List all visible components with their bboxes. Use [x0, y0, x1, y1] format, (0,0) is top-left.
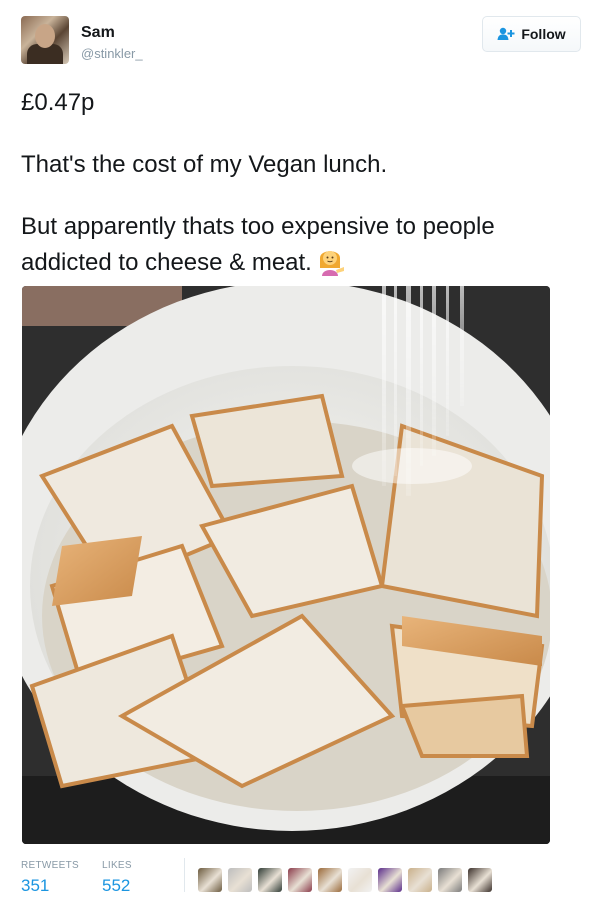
tweet-line-price: £0.47p [21, 89, 95, 116]
likes-count: 552 [102, 876, 131, 895]
liker-avatar[interactable] [378, 868, 402, 892]
avatar-face [35, 24, 55, 48]
tweet-photo[interactable] [22, 286, 550, 844]
bread-in-bowl-photo [22, 286, 550, 844]
liker-avatar[interactable] [408, 868, 432, 892]
likes-stat[interactable]: LIKES 552 [102, 860, 132, 896]
tweet-line-complaint-text: But apparently thats too expensive to pe… [21, 213, 495, 276]
retweets-stat[interactable]: RETWEETS 351 [21, 860, 79, 896]
retweets-label: RETWEETS [21, 860, 79, 871]
follow-user-icon [497, 27, 515, 40]
liker-avatar[interactable] [438, 868, 462, 892]
liker-avatars [198, 868, 492, 894]
tweet-card: Sam @stinkler_ Follow £0.47p That's the … [0, 0, 598, 897]
user-name[interactable]: Sam [81, 24, 115, 42]
likes-label: LIKES [102, 860, 132, 871]
user-handle[interactable]: @stinkler_ [81, 46, 143, 61]
tweet-text: £0.47p That's the cost of my Vegan lunch… [21, 86, 581, 280]
liker-avatar[interactable] [468, 868, 492, 892]
liker-avatar[interactable] [348, 868, 372, 892]
liker-avatar[interactable] [258, 868, 282, 892]
liker-avatar[interactable] [318, 868, 342, 892]
tweet-line-complaint: But apparently thats too expensive to pe… [21, 210, 581, 280]
liker-avatar[interactable] [288, 868, 312, 892]
tweet-header: Sam @stinkler_ Follow [19, 14, 581, 66]
liker-avatar[interactable] [228, 868, 252, 892]
follow-button[interactable]: Follow [482, 16, 581, 52]
tweet-line-cost: That's the cost of my Vegan lunch. [21, 151, 388, 178]
follow-button-label: Follow [521, 26, 566, 42]
tweet-stats: RETWEETS 351 LIKES 552 [21, 858, 581, 897]
stats-divider [184, 858, 185, 892]
person-tipping-hand-emoji-icon [319, 251, 344, 276]
retweets-count: 351 [21, 876, 50, 895]
avatar[interactable] [21, 16, 69, 64]
liker-avatar[interactable] [198, 868, 222, 892]
